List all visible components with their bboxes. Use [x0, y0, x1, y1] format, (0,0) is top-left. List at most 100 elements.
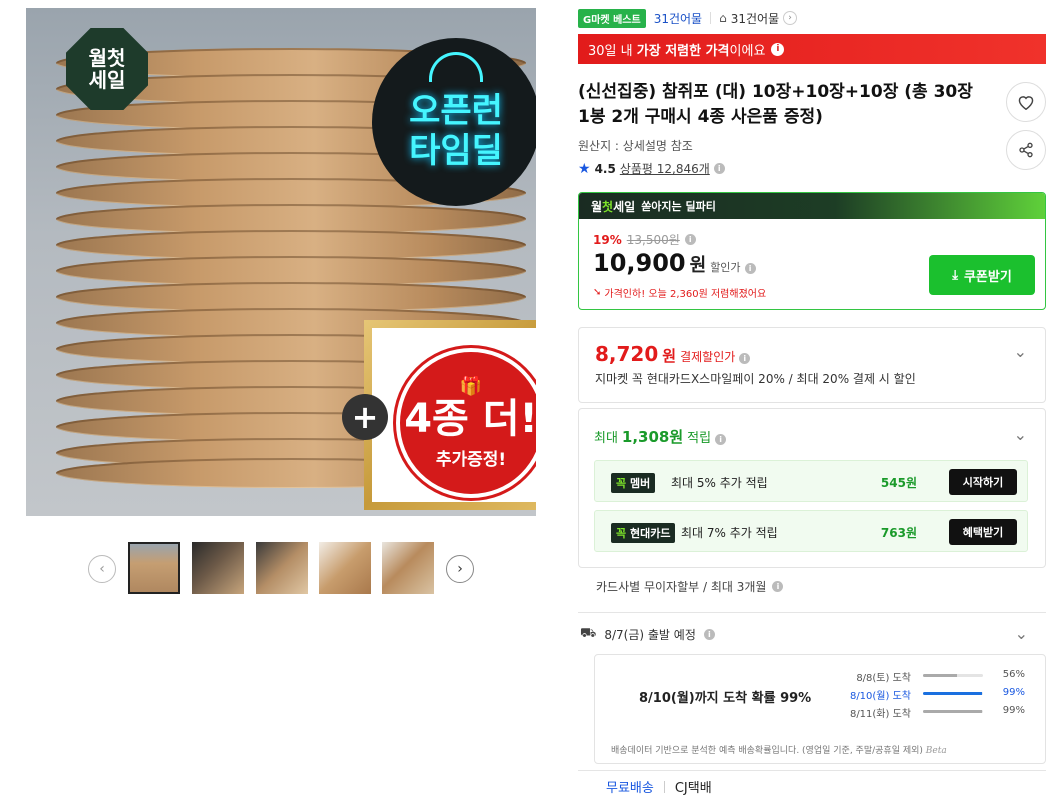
monthly-sale-badge: 월첫 세일 [66, 28, 148, 110]
payment-price-row: 8,720 원 결제할인가 i [595, 342, 751, 366]
download-icon: ⤓ [952, 267, 958, 283]
gift-icon: 🎁 [459, 376, 483, 397]
thumbnail-4[interactable] [319, 542, 371, 594]
deal-brand: 월첫세일 [591, 199, 636, 214]
store-name: 31건어물 [730, 11, 780, 26]
price-drop-note: ➘ 가격인하! 오늘 2,360원 저렴해졌어요 [593, 287, 767, 300]
info-icon[interactable]: i [713, 163, 725, 174]
points-row-member: 꼭 멤버 최대 5% 추가 적립 545원 시작하기 [594, 460, 1028, 502]
timedeal-badge: 오픈런 타임딜 [372, 38, 536, 206]
chevron-down-icon[interactable]: ⌄ [1014, 425, 1027, 444]
seller-row: G마켓 베스트 31건어물 ⌂ 31건어물 › [578, 8, 798, 28]
points-header: 최대 1,308원 적립 i [594, 426, 727, 447]
prev-thumbnail-button[interactable]: ‹ [88, 555, 116, 583]
rating-row: ★ 4.5 상품평 12,846개 i [578, 160, 725, 177]
next-thumbnail-button[interactable]: › [446, 555, 474, 583]
sale-price: 10,900 [593, 249, 686, 277]
banner-highlight: 가장 저렴한 가격 [636, 43, 730, 59]
points-amount: 1,308원 [621, 428, 684, 446]
delivery-row: 무료배송 CJ택배 [606, 777, 712, 796]
probability-line: 8/10(월) 도착 99% [849, 687, 1025, 702]
plus-icon: + [342, 394, 388, 440]
divider [663, 780, 665, 793]
arrow-down-icon: ➘ [593, 287, 602, 298]
thumbnail-1[interactable] [128, 542, 180, 594]
gift-badge: 🎁 4종 더! 추가증정! [396, 348, 536, 498]
payment-price: 8,720 [595, 342, 659, 366]
start-button[interactable]: 시작하기 [949, 469, 1017, 495]
home-icon: ⌂ [719, 11, 727, 25]
info-icon[interactable]: i [772, 581, 784, 592]
timedeal-line2: 타임딜 [409, 131, 503, 171]
points-row-text: 최대 7% 추가 적립 [681, 526, 778, 540]
installment-info: 카드사별 무이자할부 / 최대 3개월 i [596, 578, 784, 595]
banner-suffix: 이에요 [729, 43, 766, 59]
coupon-button-label: 쿠폰받기 [963, 269, 1012, 285]
gift-promo-panel: 🎁 4종 더! 추가증정! [364, 320, 536, 510]
divider [578, 770, 1046, 771]
deal-box: 월첫세일 쏟아지는 딜파티 19% 13,500원 i 10,900 원 할인가… [578, 192, 1046, 310]
share-icon [1019, 142, 1033, 158]
badge-bottom-text: 세일 [88, 68, 126, 92]
delivery-probability-box: 8/10(월)까지 도착 확률 99% 8/8(토) 도착 56% 8/10(월… [594, 654, 1046, 764]
coupon-button[interactable]: ⤓ 쿠폰받기 [929, 255, 1035, 295]
probability-fill [923, 710, 983, 713]
discount-rate: 19% [593, 232, 622, 247]
payment-unit: 원 [662, 347, 677, 365]
price-label: 할인가 [710, 261, 741, 274]
probability-line: 8/8(토) 도착 56% [856, 669, 1025, 684]
wishlist-button[interactable] [1006, 82, 1046, 122]
probability-footnote: 배송데이터 기반으로 분석한 예측 배송확률입니다. (영업일 기준, 주말/공… [611, 746, 947, 756]
probability-headline: 8/10(월)까지 도착 확률 99% [639, 691, 812, 706]
gift-small-text: 추가증정! [435, 450, 507, 470]
divider [578, 612, 1046, 613]
seller-name-link[interactable]: 31건어물 [654, 10, 702, 27]
info-icon[interactable]: i [715, 434, 727, 445]
payment-desc: 지마켓 꼭 현대카드X스마일페이 20% / 최대 20% 결제 시 할인 [595, 372, 916, 386]
price-row: 10,900 원 할인가 i [593, 249, 756, 277]
info-icon[interactable]: i [739, 353, 751, 364]
price-unit: 원 [689, 255, 707, 276]
member-tag: 꼭 멤버 [611, 473, 656, 493]
original-price: 13,500원 [626, 233, 680, 247]
probability-fill [923, 692, 983, 695]
points-row-amount: 763원 [880, 526, 917, 540]
star-icon: ★ [578, 160, 591, 177]
share-button[interactable] [1006, 130, 1046, 170]
chevron-right-icon: › [783, 11, 798, 25]
points-row-amount: 545원 [880, 476, 917, 490]
thumbnail-5[interactable] [382, 542, 434, 594]
gift-big-text: 4종 더! [404, 396, 536, 442]
product-title: (신선집중) 참쥐포 (대) 10장+10장+10장 (총 30장 1봉 2개 … [578, 82, 973, 127]
info-icon[interactable]: i [771, 42, 785, 56]
shipping-row: ⛟ 8/7(금) 출발 예정 i [580, 626, 715, 643]
rating-score: 4.5 [594, 161, 616, 176]
chevron-down-icon[interactable]: ⌄ [1014, 342, 1027, 361]
depart-date: 8/7(금) 출발 예정 [604, 628, 696, 642]
heart-icon [1018, 96, 1034, 110]
lowest-price-banner: 30일 내 가장 저렴한 가격이에요 i [578, 34, 1046, 64]
info-icon[interactable]: i [684, 234, 696, 245]
probability-line: 8/11(화) 도착 99% [849, 705, 1025, 720]
banner-prefix: 30일 내 [588, 43, 633, 59]
alarm-clock-icon [429, 52, 483, 82]
card-tag: 꼭 현대카드 [611, 523, 676, 543]
payment-discount-box[interactable]: 8,720 원 결제할인가 i 지마켓 꼭 현대카드X스마일페이 20% / 최… [578, 327, 1046, 403]
review-link[interactable]: 상품평 12,846개 [620, 160, 710, 177]
free-shipping-label: 무료배송 [606, 781, 654, 796]
badge-top-text: 월첫 [88, 46, 126, 70]
truck-icon: ⛟ [580, 626, 597, 641]
info-icon[interactable]: i [744, 263, 756, 274]
origin-info: 원산지 : 상세설명 참조 [578, 139, 693, 153]
info-icon[interactable]: i [703, 629, 715, 640]
main-product-image[interactable]: 월첫 세일 오픈런 타임딜 🎁 4종 더! 추가증정! + [26, 8, 536, 516]
deal-header: 월첫세일 쏟아지는 딜파티 [579, 193, 1045, 219]
probability-fill [923, 674, 957, 677]
chevron-down-icon[interactable]: ⌄ [1015, 624, 1028, 643]
store-link[interactable]: ⌂ 31건어물 › [719, 10, 798, 27]
thumbnail-3[interactable] [256, 542, 308, 594]
thumbnail-2[interactable] [192, 542, 244, 594]
points-row-card: 꼭 현대카드 최대 7% 추가 적립 763원 혜택받기 [594, 510, 1028, 552]
benefit-button[interactable]: 혜택받기 [949, 519, 1017, 545]
divider [710, 12, 712, 24]
